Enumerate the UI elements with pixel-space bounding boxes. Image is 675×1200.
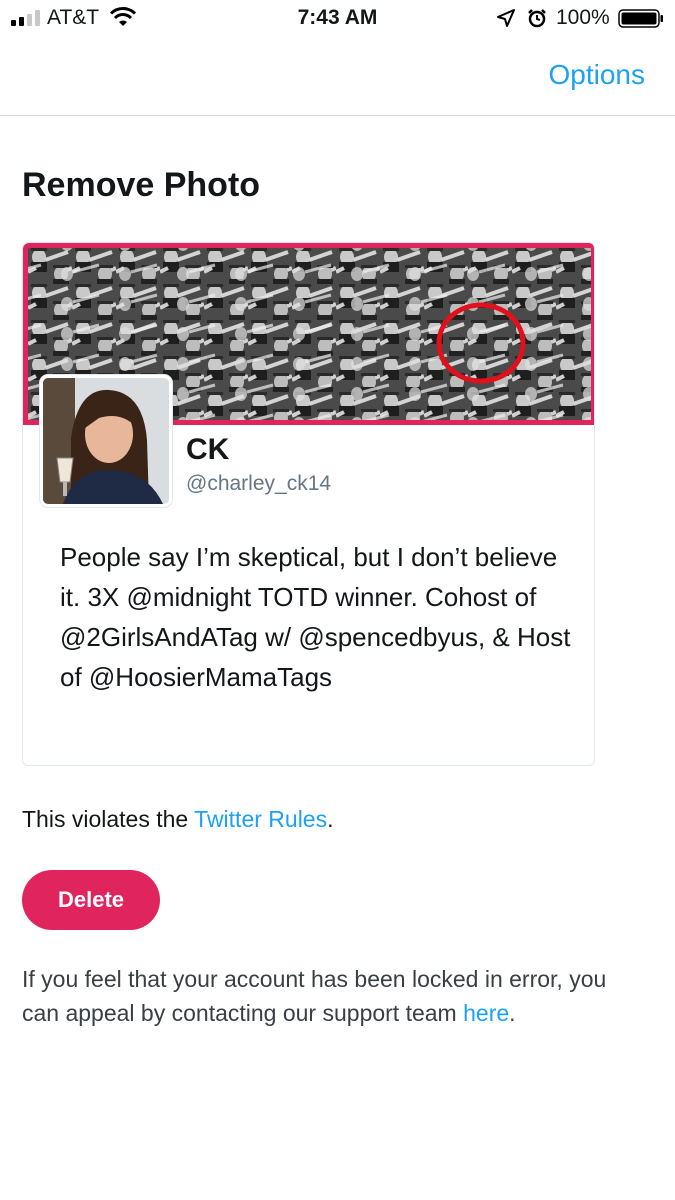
appeal-notice: If you feel that your account has been l…: [22, 962, 642, 1030]
display-name: CK: [186, 433, 230, 466]
page-title: Remove Photo: [22, 166, 261, 204]
avatar: [40, 375, 172, 507]
battery-icon: [618, 9, 663, 28]
support-here-link[interactable]: here: [463, 1000, 509, 1026]
delete-button[interactable]: Delete: [22, 870, 160, 930]
nav-bar: Options: [0, 38, 675, 116]
alarm-icon: [528, 9, 546, 28]
violation-text: This violates the: [22, 806, 195, 832]
battery-percent: 100%: [556, 6, 610, 29]
profile-bio: People say I’m skeptical, but I don’t be…: [60, 542, 571, 692]
appeal-text: If you feel that your account has been l…: [22, 966, 607, 1026]
violation-suffix: .: [327, 806, 334, 832]
location-icon: [497, 9, 515, 27]
appeal-suffix: .: [509, 1000, 516, 1026]
profile-card: CK @charley_ck14 People say I’m skeptica…: [22, 242, 595, 766]
options-button[interactable]: Options: [549, 59, 646, 91]
violation-notice: This violates the Twitter Rules.: [22, 806, 334, 833]
twitter-rules-link[interactable]: Twitter Rules: [194, 806, 327, 832]
user-handle: @charley_ck14: [186, 472, 332, 495]
status-bar: AT&T 7:43 AM 100%: [0, 0, 675, 38]
